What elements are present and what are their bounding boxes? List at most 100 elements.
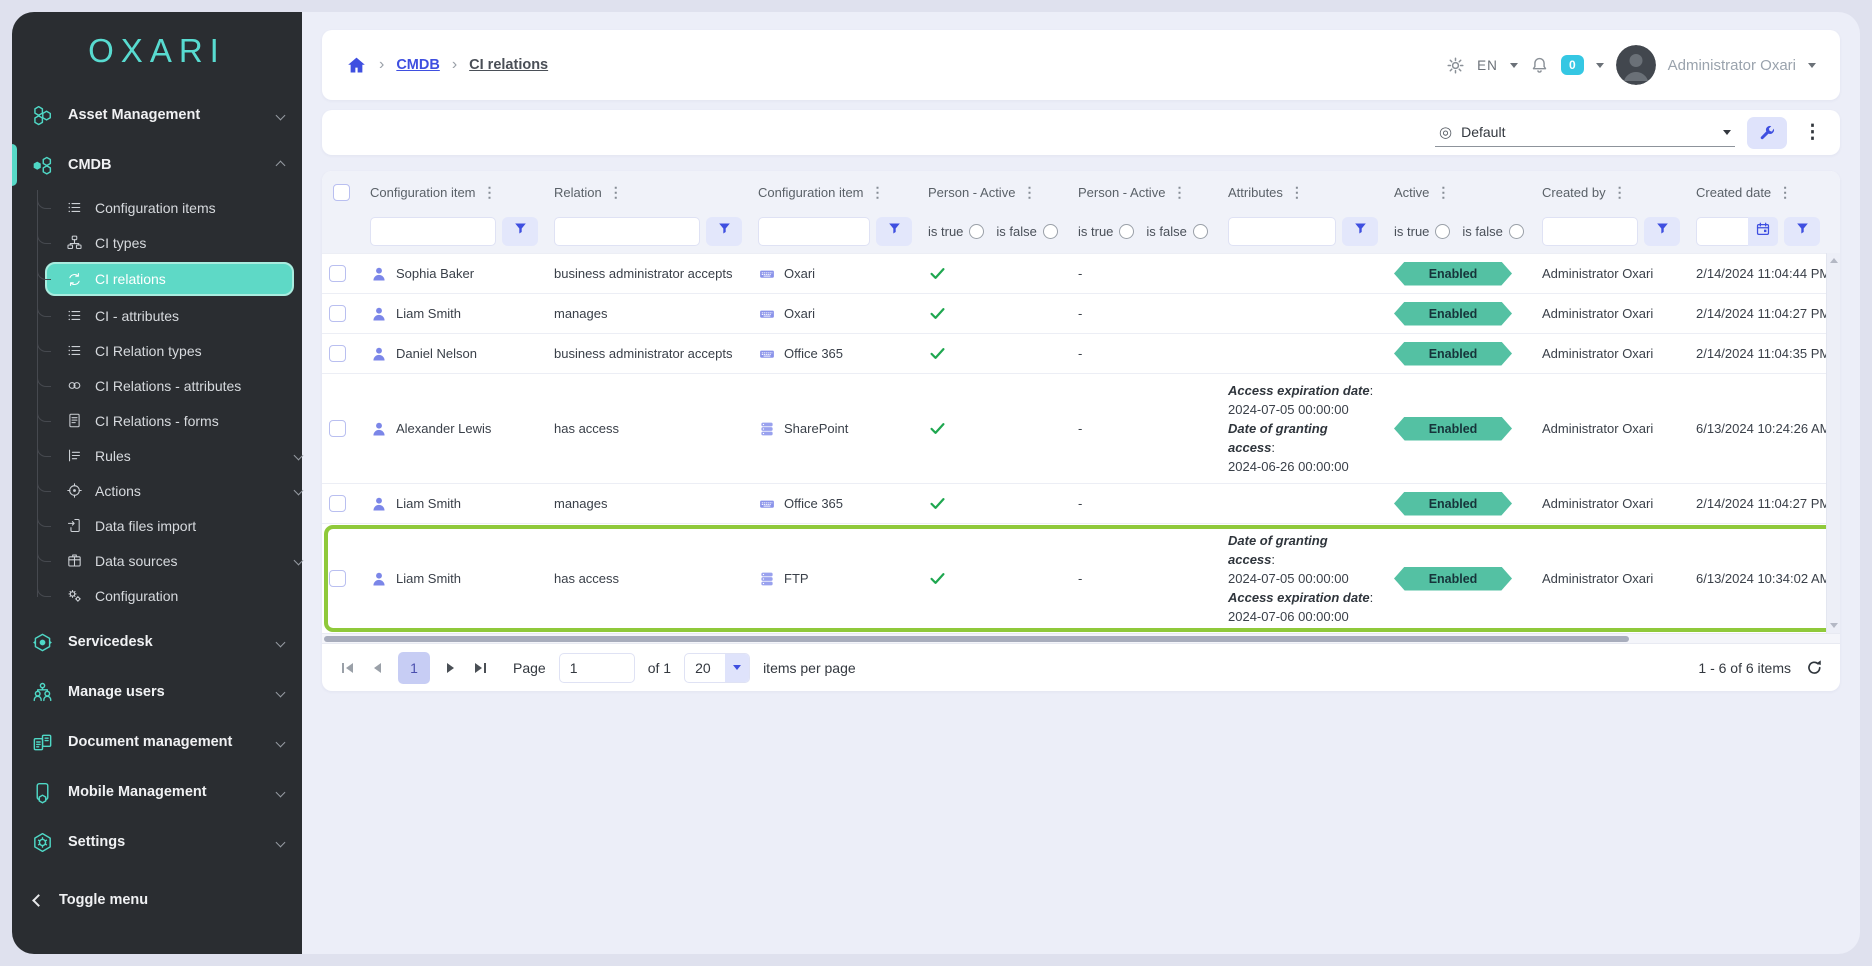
filter-button[interactable] bbox=[706, 217, 742, 246]
column-menu-icon[interactable]: ⋮ bbox=[1613, 184, 1627, 201]
sidebar-item-data-files-import[interactable]: Data files import bbox=[12, 508, 302, 543]
table-row[interactable]: Liam Smithhas accessFTP-Date of granting… bbox=[322, 523, 1826, 633]
sidebar-item-mobile-management[interactable]: Mobile Management bbox=[12, 767, 302, 817]
refresh-icon[interactable] bbox=[1805, 658, 1824, 677]
filter-input-8[interactable] bbox=[1542, 217, 1638, 246]
is-true-radio[interactable] bbox=[1119, 224, 1134, 239]
column-menu-icon[interactable]: ⋮ bbox=[609, 184, 623, 201]
first-page-button[interactable] bbox=[338, 659, 357, 677]
scrollbar-thumb[interactable] bbox=[324, 636, 1629, 642]
created-date-value: 2/14/2024 11:04:27 PM bbox=[1696, 496, 1826, 511]
filter-button[interactable] bbox=[876, 217, 912, 246]
filter-button[interactable] bbox=[1644, 217, 1680, 246]
person-name: Alexander Lewis bbox=[396, 421, 491, 436]
previous-page-button[interactable] bbox=[370, 659, 385, 677]
is-false-radio[interactable] bbox=[1193, 224, 1208, 239]
filter-input-2[interactable] bbox=[554, 217, 700, 246]
select-all-checkbox[interactable] bbox=[333, 184, 350, 201]
sidebar-item-label: Manage users bbox=[68, 684, 165, 700]
gear-icon[interactable] bbox=[1446, 56, 1465, 75]
page-number-input[interactable] bbox=[559, 653, 635, 683]
chevron-down-icon[interactable] bbox=[1808, 63, 1816, 68]
column-header-7: Active⋮ bbox=[1384, 184, 1532, 201]
row-checkbox[interactable] bbox=[329, 420, 346, 437]
list-icon bbox=[65, 199, 83, 217]
page-of-label: of 1 bbox=[648, 660, 671, 676]
column-menu-icon[interactable]: ⋮ bbox=[1172, 184, 1186, 201]
notification-count-badge[interactable]: 0 bbox=[1561, 55, 1584, 75]
next-page-button[interactable] bbox=[443, 659, 458, 677]
calendar-icon[interactable] bbox=[1748, 217, 1778, 246]
chevron-down-icon[interactable] bbox=[1510, 63, 1518, 68]
breadcrumb-current-ci-relations[interactable]: CI relations bbox=[469, 57, 548, 73]
breadcrumb-separator-icon: › bbox=[379, 56, 384, 74]
table-row[interactable]: Daniel Nelsonbusiness administrator acce… bbox=[322, 333, 1826, 373]
sidebar-item-settings[interactable]: Settings bbox=[12, 817, 302, 867]
is-true-radio[interactable] bbox=[1435, 224, 1450, 239]
funnel-icon bbox=[513, 221, 528, 241]
horizontal-scrollbar[interactable] bbox=[322, 633, 1840, 643]
row-checkbox[interactable] bbox=[329, 570, 346, 587]
sidebar-item-configuration-items[interactable]: Configuration items bbox=[12, 190, 302, 225]
sidebar-item-document-management[interactable]: Document management bbox=[12, 717, 302, 767]
table-row[interactable]: Sophia Bakerbusiness administrator accep… bbox=[322, 253, 1826, 293]
last-page-button[interactable] bbox=[471, 659, 490, 677]
filter-input-3[interactable] bbox=[758, 217, 870, 246]
avatar[interactable] bbox=[1616, 45, 1656, 85]
row-checkbox[interactable] bbox=[329, 495, 346, 512]
is-false-radio[interactable] bbox=[1509, 224, 1524, 239]
more-options-icon[interactable]: ⋮ bbox=[1799, 121, 1826, 144]
column-menu-icon[interactable]: ⋮ bbox=[1778, 184, 1792, 201]
row-checkbox[interactable] bbox=[329, 345, 346, 362]
view-selector[interactable]: ◎ Default bbox=[1435, 118, 1735, 147]
breadcrumb-link-cmdb[interactable]: CMDB bbox=[396, 57, 440, 73]
sidebar-item-cmdb[interactable]: CMDB bbox=[12, 140, 302, 190]
bell-icon[interactable] bbox=[1530, 56, 1549, 75]
is-true-radio[interactable] bbox=[969, 224, 984, 239]
sidebar-item-manage-users[interactable]: Manage users bbox=[12, 667, 302, 717]
toggle-menu-button[interactable]: Toggle menu bbox=[12, 877, 302, 923]
table-row[interactable]: Alexander Lewishas accessSharePoint-Acce… bbox=[322, 373, 1826, 483]
sidebar-item-servicedesk[interactable]: Servicedesk bbox=[12, 617, 302, 667]
sidebar-item-asset-management[interactable]: Asset Management bbox=[12, 90, 302, 140]
cell-person-active-2: - bbox=[1068, 494, 1218, 513]
language-selector[interactable]: EN bbox=[1477, 58, 1498, 73]
sidebar-item-ci-relations-attributes[interactable]: CI Relations - attributes bbox=[12, 368, 302, 403]
column-menu-icon[interactable]: ⋮ bbox=[1436, 184, 1450, 201]
user-name[interactable]: Administrator Oxari bbox=[1668, 57, 1796, 74]
column-menu-icon[interactable]: ⋮ bbox=[483, 184, 497, 201]
vertical-scrollbar[interactable] bbox=[1826, 253, 1840, 633]
table-row[interactable]: Liam SmithmanagesOxari-EnabledAdministra… bbox=[322, 293, 1826, 333]
ci-name: Office 365 bbox=[784, 346, 843, 361]
filter-button[interactable] bbox=[1342, 217, 1378, 246]
chevron-down-icon bbox=[276, 110, 286, 120]
oxari-logo: OXARI bbox=[12, 12, 302, 90]
column-menu-icon[interactable]: ⋮ bbox=[1022, 184, 1036, 201]
column-menu-icon[interactable]: ⋮ bbox=[871, 184, 885, 201]
sidebar-item-data-sources[interactable]: Data sources bbox=[12, 543, 302, 578]
sidebar-item-label: Mobile Management bbox=[68, 784, 207, 800]
table-row[interactable]: Liam SmithmanagesOffice 365-EnabledAdmin… bbox=[322, 483, 1826, 523]
row-checkbox[interactable] bbox=[329, 265, 346, 282]
column-menu-icon[interactable]: ⋮ bbox=[1290, 184, 1304, 201]
page-size-select[interactable]: 20 bbox=[684, 653, 750, 683]
chevron-down-icon[interactable] bbox=[1596, 63, 1604, 68]
current-page-button[interactable]: 1 bbox=[398, 652, 430, 684]
sidebar-item-rules[interactable]: Rules bbox=[12, 438, 302, 473]
filter-button[interactable] bbox=[502, 217, 538, 246]
is-false-radio[interactable] bbox=[1043, 224, 1058, 239]
filter-button[interactable] bbox=[1784, 217, 1820, 246]
sidebar-item-configuration[interactable]: Configuration bbox=[12, 578, 302, 613]
customize-columns-button[interactable] bbox=[1747, 117, 1787, 149]
sidebar-item-actions[interactable]: Actions bbox=[12, 473, 302, 508]
filter-input-1[interactable] bbox=[370, 217, 496, 246]
row-checkbox[interactable] bbox=[329, 305, 346, 322]
sidebar-item-ci-relations-forms[interactable]: CI Relations - forms bbox=[12, 403, 302, 438]
sidebar-item-ci-relations[interactable]: CI relations bbox=[45, 262, 294, 296]
filter-input-6[interactable] bbox=[1228, 217, 1336, 246]
sidebar-item-ci-relation-types[interactable]: CI Relation types bbox=[12, 333, 302, 368]
home-icon[interactable] bbox=[346, 55, 367, 76]
sidebar-item-ci-types[interactable]: CI types bbox=[12, 225, 302, 260]
sidebar-item-ci-attributes[interactable]: CI - attributes bbox=[12, 298, 302, 333]
filter-date-input[interactable] bbox=[1696, 217, 1748, 246]
